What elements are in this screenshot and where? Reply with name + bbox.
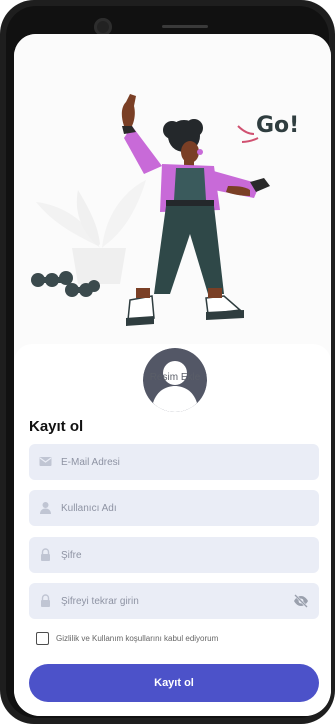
lock-icon xyxy=(41,548,50,561)
password-field[interactable] xyxy=(29,537,319,573)
page-title: Kayıt ol xyxy=(29,418,84,435)
earpiece-speaker xyxy=(162,25,208,28)
terms-checkbox[interactable] xyxy=(36,632,49,645)
password-input[interactable] xyxy=(61,537,291,573)
app-screen: Go! Resim Ekle Kayıt ol E-Mail Adresi Ku… xyxy=(14,34,331,716)
eye-off-icon[interactable] xyxy=(293,594,309,608)
user-icon xyxy=(40,502,51,514)
email-field[interactable] xyxy=(29,444,319,480)
password-repeat-input[interactable] xyxy=(61,583,291,619)
register-sheet: Resim Ekle Kayıt ol E-Mail Adresi Kullan… xyxy=(14,344,331,716)
mail-icon xyxy=(39,457,52,466)
email-input[interactable] xyxy=(61,444,291,480)
go-speech-text: Go! xyxy=(256,113,299,138)
username-input[interactable] xyxy=(61,490,291,526)
phone-frame: Go! Resim Ekle Kayıt ol E-Mail Adresi Ku… xyxy=(0,0,335,724)
terms-label: Gizlilik ve Kullanım koşullarını kabul e… xyxy=(56,634,219,643)
username-field[interactable] xyxy=(29,490,319,526)
password-repeat-field[interactable] xyxy=(29,583,319,619)
lock-icon xyxy=(41,594,50,607)
avatar-picker[interactable]: Resim Ekle xyxy=(143,348,207,412)
register-button[interactable]: Kayıt ol xyxy=(29,664,319,702)
avatar-add-label: Resim Ekle xyxy=(149,372,201,383)
fitness-illustration: Go! xyxy=(14,34,331,350)
